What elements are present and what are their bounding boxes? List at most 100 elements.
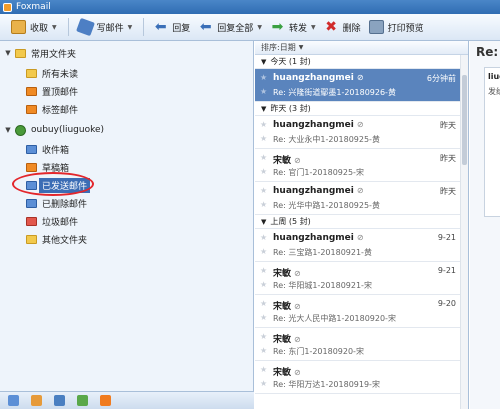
folder-item-tagged[interactable]: 标签邮件	[0, 100, 254, 118]
flag-icon[interactable]: ★	[260, 379, 267, 388]
star-icon[interactable]: ★	[260, 153, 267, 162]
collapse-icon[interactable]: ▼	[261, 105, 266, 113]
mail-module-icon[interactable]	[8, 395, 19, 406]
folder-item-sent[interactable]: 已发送邮件	[0, 176, 254, 194]
attachment-icon: ⊘	[294, 269, 301, 278]
attachment-icon: ⊘	[294, 156, 301, 165]
collapse-icon[interactable]: ▼	[4, 126, 12, 134]
message-row[interactable]: ★ ★ 宋敏 ⊘ Re: 华阳万达1-20180919-宋	[255, 361, 468, 394]
star-icon[interactable]: ★	[260, 266, 267, 275]
collapse-icon[interactable]: ▼	[4, 49, 12, 57]
scrollbar-thumb[interactable]	[462, 75, 467, 165]
chevron-down-icon[interactable]: ▼	[52, 24, 57, 31]
drafts-icon	[26, 162, 37, 172]
reply-arrow-icon: ⬅	[154, 19, 167, 35]
group-header-yesterday[interactable]: ▼ 昨天 (3 封)	[255, 102, 468, 116]
attachment-icon: ⊘	[356, 73, 364, 82]
toolbar: 收取 ▼ 写邮件 ▼ ⬅ 回复 ⬅ 回复全部 ▼ ➡ 转发 ▼ ✖ 删除 打印预…	[0, 14, 500, 41]
chevron-down-icon[interactable]: ▼	[128, 24, 133, 31]
toolbar-separator	[143, 18, 145, 36]
receive-button[interactable]: 收取 ▼	[8, 17, 60, 37]
message-row[interactable]: ★ ★ 宋敏 ⊘ Re: 东门1-20180920-宋	[255, 328, 468, 361]
attachment-icon: ⊘	[356, 186, 364, 195]
contacts-module-icon[interactable]	[31, 395, 42, 406]
flag-icon[interactable]: ★	[260, 313, 267, 322]
star-icon[interactable]: ★	[260, 186, 267, 195]
write-button[interactable]: 写邮件 ▼	[75, 17, 136, 37]
reply-all-button[interactable]: ⬅ 回复全部 ▼	[195, 17, 265, 37]
pin-folder-icon	[26, 86, 37, 96]
message-row[interactable]: ★ ★ huangzhangmei ⊘ 9-21 Re: 三宝路1-2018092…	[255, 229, 468, 262]
list-scrollbar[interactable]	[460, 55, 468, 409]
forward-button[interactable]: ➡ 转发 ▼	[267, 17, 319, 37]
tag-folder-icon	[26, 104, 37, 114]
window-title: Foxmail	[16, 2, 51, 12]
star-icon[interactable]: ★	[260, 73, 267, 82]
folder-item-inbox[interactable]: 收件箱	[0, 140, 254, 158]
message-row[interactable]: ★ ★ 宋敏 ⊘ 9-20 Re: 光大人民中路1-20180920-宋	[255, 295, 468, 328]
folder-pane: ▼ 常用文件夹 所有未读 置顶邮件 标签邮件 ▼ oubuy(liuguoke)…	[0, 41, 254, 409]
folder-item-drafts[interactable]: 草稿箱	[0, 158, 254, 176]
message-row[interactable]: ★ ★ 宋敏 ⊘ 9-21 Re: 华阳城1-20180921-宋	[255, 262, 468, 295]
flag-icon[interactable]: ★	[260, 167, 267, 176]
star-icon[interactable]: ★	[260, 233, 267, 242]
chevron-down-icon[interactable]: ▼	[257, 24, 262, 31]
reply-button[interactable]: ⬅ 回复	[150, 17, 193, 37]
title-bar: Foxmail	[0, 0, 500, 14]
group-header-last-week[interactable]: ▼ 上周 (5 封)	[255, 215, 468, 229]
folder-item-junk[interactable]: 垃圾邮件	[0, 212, 254, 230]
notes-module-icon[interactable]	[77, 395, 88, 406]
attachment-icon: ⊘	[356, 233, 364, 242]
module-switcher	[0, 391, 254, 409]
message-row[interactable]: ★ ★ huangzhangmei ⊘ 昨天 Re: 大业永中1-20180925…	[255, 116, 468, 149]
flag-icon[interactable]: ★	[260, 87, 267, 96]
unread-folder-icon	[26, 68, 37, 78]
calendar-module-icon[interactable]	[54, 395, 65, 406]
chevron-down-icon[interactable]: ▼	[311, 24, 316, 31]
print-preview-button[interactable]: 打印预览	[366, 17, 427, 37]
folder-item-deleted[interactable]: 已删除邮件	[0, 194, 254, 212]
flag-icon[interactable]: ★	[260, 200, 267, 209]
collapse-icon[interactable]: ▼	[261, 218, 266, 226]
folder-group-common[interactable]: ▼ 常用文件夹	[0, 44, 254, 62]
account-node[interactable]: ▼ oubuy(liuguoke)	[0, 121, 254, 139]
preview-from[interactable]: liuguoke	[488, 72, 500, 81]
toolbar-separator	[67, 18, 69, 36]
preview-subject: Re:	[476, 45, 499, 59]
attachment-icon: ⊘	[356, 120, 364, 129]
preview-pane: Re: liuguoke 发给	[470, 41, 500, 409]
star-icon[interactable]: ★	[260, 332, 267, 341]
envelope-icon	[11, 20, 26, 34]
star-icon[interactable]: ★	[260, 120, 267, 129]
folder-item-all-unread[interactable]: 所有未读	[0, 64, 254, 82]
group-header-today[interactable]: ▼ 今天 (1 封)	[255, 55, 468, 69]
message-row[interactable]: ★ ★ huangzhangmei ⊘ 昨天 Re: 光华中路1-20180925…	[255, 182, 468, 215]
account-icon	[15, 124, 26, 136]
folder-icon	[26, 234, 37, 244]
flag-icon[interactable]: ★	[260, 280, 267, 289]
reply-all-arrow-icon: ⬅	[199, 19, 212, 35]
attachment-icon: ⊘	[294, 335, 301, 344]
rss-module-icon[interactable]	[100, 395, 111, 406]
trash-icon	[26, 198, 37, 208]
folder-icon	[15, 48, 26, 58]
flag-icon[interactable]: ★	[260, 247, 267, 256]
message-row[interactable]: ★ ★ 宋敏 ⊘ 昨天 Re: 官门1-20180925-宋	[255, 149, 468, 182]
message-list: 排序:日期 ▼ ▼ 今天 (1 封) ★ ★ huangzhangmei ⊘ 6分…	[255, 41, 469, 409]
delete-button[interactable]: ✖ 删除	[321, 17, 364, 37]
pen-icon	[75, 17, 95, 37]
collapse-icon[interactable]: ▼	[261, 58, 266, 66]
star-icon[interactable]: ★	[260, 365, 267, 374]
folder-item-other[interactable]: 其他文件夹	[0, 230, 254, 248]
message-row[interactable]: ★ ★ huangzhangmei ⊘ 6分钟前 Re: 兴隆街道鄢墨1-2018…	[255, 69, 468, 102]
star-icon[interactable]: ★	[260, 299, 267, 308]
flag-icon[interactable]: ★	[260, 134, 267, 143]
folder-item-pinned[interactable]: 置顶邮件	[0, 82, 254, 100]
sort-dropdown[interactable]: 排序:日期 ▼	[255, 41, 468, 55]
delete-x-icon: ✖	[325, 19, 337, 35]
attachment-icon: ⊘	[294, 302, 301, 311]
inbox-icon	[26, 144, 37, 154]
flag-icon[interactable]: ★	[260, 346, 267, 355]
preview-meta: 发给	[488, 87, 500, 96]
printer-icon	[368, 20, 384, 34]
